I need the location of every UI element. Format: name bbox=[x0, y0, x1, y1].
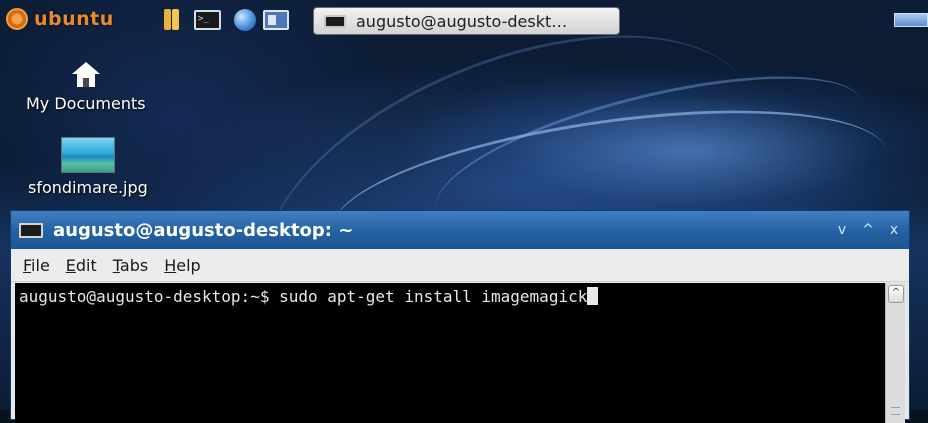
terminal-scrollbar[interactable]: ^ bbox=[885, 283, 905, 423]
window-switcher-icon[interactable] bbox=[262, 8, 290, 32]
window-controls: v ^ x bbox=[835, 221, 901, 239]
desktop-icon-my-documents[interactable]: My Documents bbox=[26, 62, 146, 113]
home-icon bbox=[71, 62, 100, 88]
text-cursor bbox=[587, 287, 599, 305]
menu-help[interactable]: Help bbox=[156, 256, 208, 275]
ubuntu-logo-icon bbox=[6, 8, 28, 30]
scroll-up-button[interactable]: ^ bbox=[888, 285, 904, 303]
menu-edit[interactable]: Edit bbox=[58, 256, 105, 275]
desktop-icon-label: My Documents bbox=[26, 94, 146, 113]
file-manager-icon[interactable] bbox=[160, 8, 184, 32]
maximize-button[interactable]: ^ bbox=[861, 221, 875, 239]
desktop-icon-label: sfondimare.jpg bbox=[28, 178, 148, 197]
menu-file[interactable]: File bbox=[11, 256, 58, 275]
terminal-window-icon bbox=[324, 14, 346, 28]
terminal-launcher-glyph: >_ bbox=[198, 14, 209, 24]
minimize-button[interactable]: v bbox=[835, 221, 849, 239]
desktop-icon-sfondimare[interactable]: sfondimare.jpg bbox=[28, 138, 148, 197]
shell-prompt: augusto@augusto-desktop:~$ bbox=[19, 287, 280, 306]
workspace-switcher[interactable] bbox=[894, 13, 928, 27]
ubuntu-menu-button[interactable]: ubuntu bbox=[6, 6, 114, 32]
ubuntu-menu-label: ubuntu bbox=[34, 8, 114, 30]
close-button[interactable]: x bbox=[887, 221, 901, 239]
image-file-icon bbox=[61, 138, 114, 172]
web-browser-icon[interactable] bbox=[233, 8, 257, 32]
taskbar-button-label: augusto@augusto-deskt… bbox=[356, 11, 568, 31]
top-panel: ubuntu >_ augusto@augusto-deskt… bbox=[0, 0, 928, 40]
terminal-output[interactable]: augusto@augusto-desktop:~$ sudo apt-get … bbox=[15, 283, 895, 423]
typed-command: sudo apt-get install imagemagick bbox=[279, 287, 588, 306]
terminal-window-icon bbox=[19, 222, 43, 238]
scroll-grip-icon bbox=[891, 407, 900, 415]
terminal-window: augusto@augusto-desktop: ~ v ^ x File Ed… bbox=[10, 210, 910, 423]
window-title: augusto@augusto-desktop: ~ bbox=[53, 219, 354, 241]
taskbar-terminal-button[interactable]: augusto@augusto-deskt… bbox=[313, 7, 620, 35]
menu-tabs[interactable]: Tabs bbox=[105, 256, 156, 275]
menu-bar: File Edit Tabs Help bbox=[11, 249, 909, 282]
window-titlebar[interactable]: augusto@augusto-desktop: ~ v ^ x bbox=[11, 211, 909, 249]
terminal-icon[interactable]: >_ bbox=[193, 8, 223, 32]
